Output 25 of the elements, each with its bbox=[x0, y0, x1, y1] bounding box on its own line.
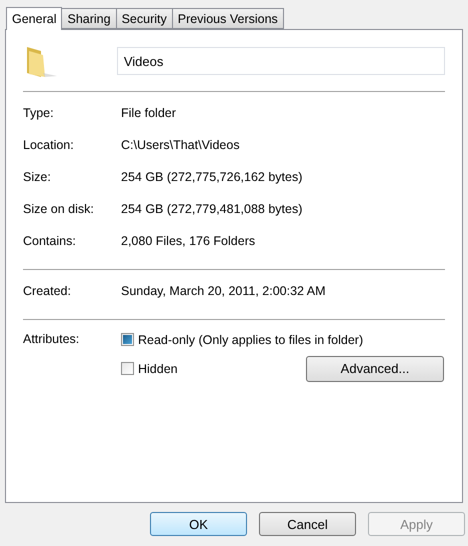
property-value: 254 GB (272,779,481,088 bytes) bbox=[121, 202, 302, 216]
property-value: 2,080 Files, 176 Folders bbox=[121, 234, 256, 248]
property-label: Size on disk: bbox=[23, 202, 95, 216]
name-field[interactable]: Videos bbox=[116, 47, 445, 75]
property-label: Created: bbox=[23, 284, 72, 298]
property-value: 254 GB (272,775,726,162 bytes) bbox=[121, 170, 302, 184]
property-value: C:\Users\That\Videos bbox=[121, 138, 240, 152]
checkbox-label: Read-only (Only applies to files in folder) bbox=[138, 332, 364, 346]
advanced-button[interactable]: Advanced... bbox=[306, 356, 444, 382]
property-value: File folder bbox=[121, 106, 176, 120]
property-label: Contains: bbox=[23, 234, 77, 248]
tab[interactable]: Sharing bbox=[61, 8, 117, 29]
attributes-label: Attributes: bbox=[23, 331, 80, 348]
property-label: Size: bbox=[23, 170, 52, 184]
dialog-button[interactable]: Cancel bbox=[259, 512, 356, 536]
checkbox[interactable] bbox=[121, 362, 134, 375]
dialog-button[interactable]: OK bbox=[150, 512, 247, 536]
checkbox[interactable] bbox=[121, 333, 134, 346]
property-label: Type: bbox=[23, 106, 55, 120]
tab[interactable]: Previous Versions bbox=[172, 8, 284, 29]
tab[interactable]: Security bbox=[116, 8, 173, 29]
tab[interactable]: General bbox=[6, 7, 62, 30]
property-label: Location: bbox=[23, 138, 75, 152]
checkbox-label: Hidden bbox=[138, 362, 178, 376]
property-value: Sunday, March 20, 2011, 2:00:32 AM bbox=[121, 284, 326, 298]
